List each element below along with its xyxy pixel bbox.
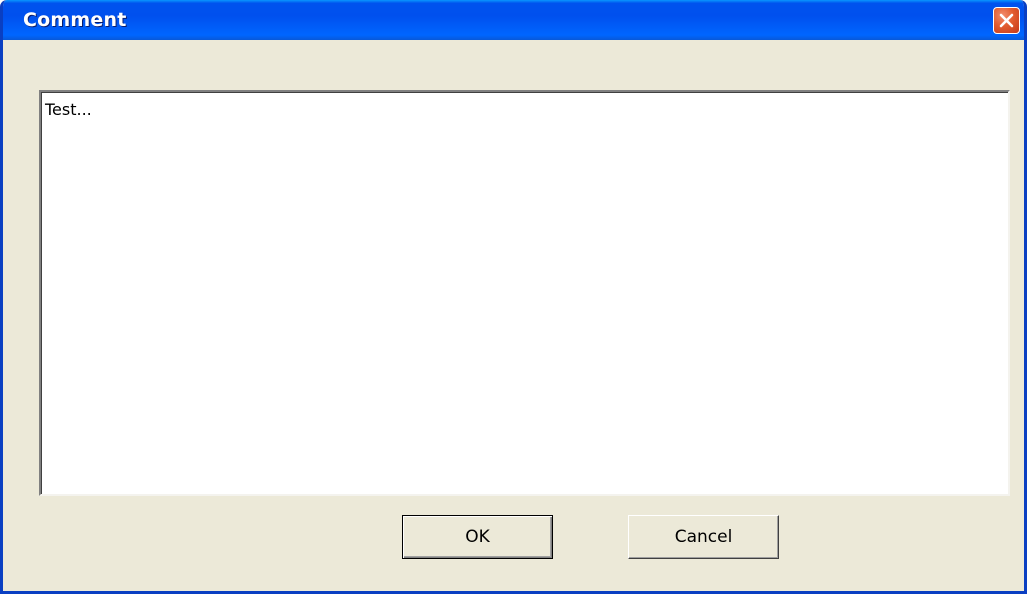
comment-dialog: Comment Test... OK Cancel [0, 0, 1027, 594]
cancel-button[interactable]: Cancel [628, 515, 779, 559]
dialog-title: Comment [23, 9, 127, 31]
close-button[interactable] [993, 7, 1020, 34]
close-icon [999, 13, 1014, 28]
ok-button[interactable]: OK [402, 515, 553, 559]
title-bar[interactable]: Comment [3, 0, 1024, 40]
comment-textarea[interactable]: Test... [39, 90, 1010, 496]
